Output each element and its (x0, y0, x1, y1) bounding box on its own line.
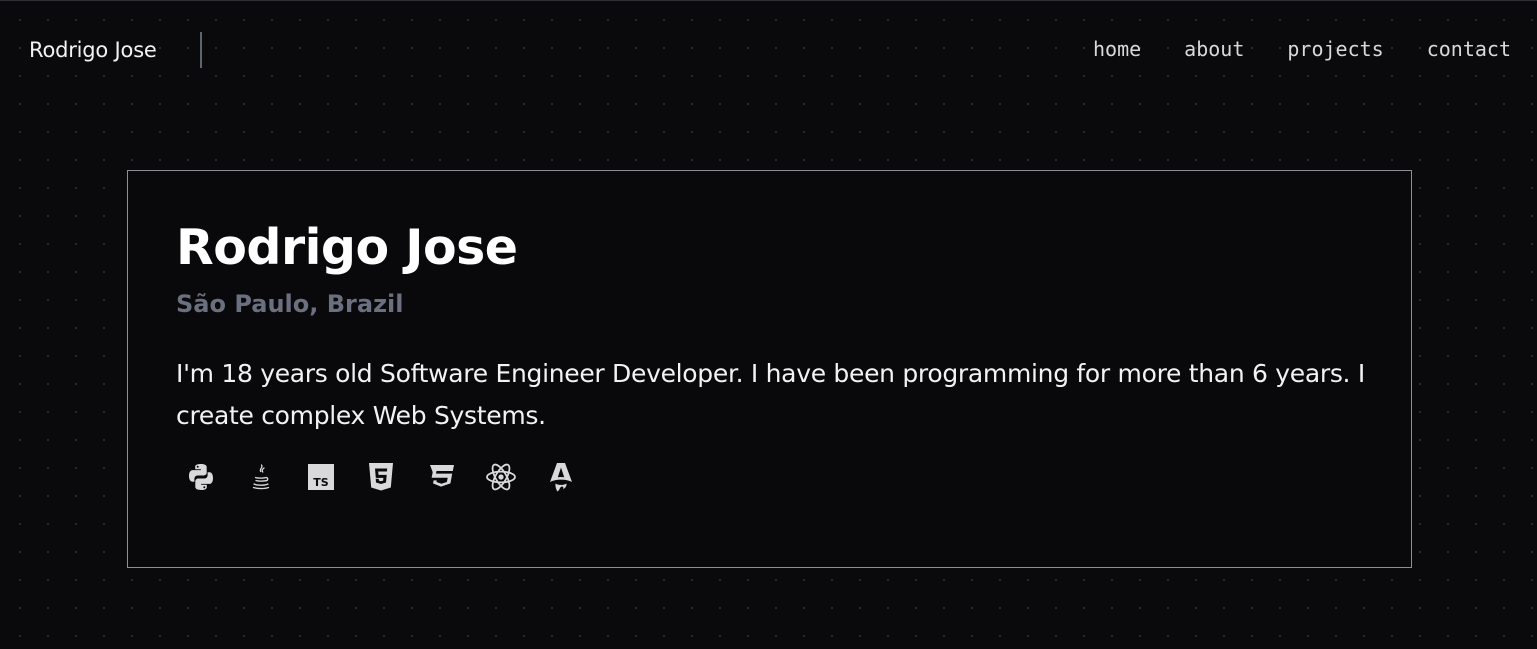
main-nav: home about projects contact (1093, 37, 1511, 61)
typescript-icon: TS (304, 460, 338, 494)
python-icon (184, 460, 218, 494)
nav-contact-link[interactable]: contact (1427, 37, 1511, 61)
hero-location: São Paulo, Brazil (176, 290, 404, 318)
brand-divider (200, 32, 202, 68)
nav-projects-link[interactable]: projects (1287, 37, 1383, 61)
tech-stack-icons: TS (184, 460, 578, 494)
hero-bio: I'm 18 years old Software Engineer Devel… (176, 359, 1365, 430)
java-icon (244, 460, 278, 494)
site-header: Rodrigo Jose home about projects contact (0, 1, 1537, 101)
brand-name[interactable]: Rodrigo Jose (29, 38, 157, 62)
react-icon (484, 460, 518, 494)
nav-home-link[interactable]: home (1093, 37, 1141, 61)
nav-about-link[interactable]: about (1184, 37, 1244, 61)
css3-icon (424, 460, 458, 494)
svg-text:TS: TS (313, 476, 329, 489)
astro-icon (544, 460, 578, 494)
intro-card: Rodrigo Jose São Paulo, Brazil I'm 18 ye… (127, 170, 1412, 568)
hero-name: Rodrigo Jose (176, 219, 518, 276)
html5-icon (364, 460, 398, 494)
